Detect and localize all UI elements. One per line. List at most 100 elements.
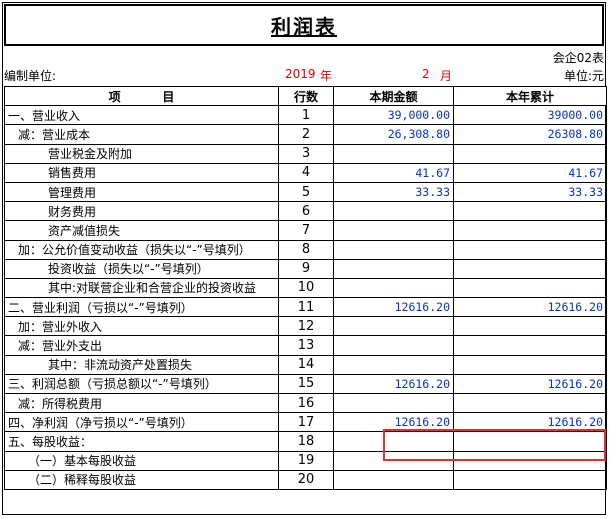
row-current-amount[interactable] (333, 143, 454, 164)
row-current-amount[interactable] (333, 392, 454, 414)
row-line-number[interactable]: 17 (278, 412, 334, 433)
row-current-amount[interactable]: 12616.20 (333, 373, 454, 395)
row-ytd-amount[interactable] (453, 450, 607, 471)
row-ytd-amount[interactable]: 33.33 (453, 181, 607, 203)
row-line-number[interactable]: 18 (278, 431, 334, 452)
row-item-label[interactable]: 财务费用 (4, 201, 279, 222)
row-line-number[interactable]: 20 (278, 469, 334, 490)
row-current-amount[interactable]: 26,308.80 (333, 124, 454, 145)
row-line-number[interactable]: 3 (278, 143, 334, 164)
row-current-amount[interactable] (333, 335, 454, 356)
table-row: 减：营业成本 2 26,308.80 26308.80 (4, 124, 607, 145)
row-line-number[interactable]: 13 (278, 335, 334, 356)
row-item-label[interactable]: 销售费用 (4, 162, 279, 183)
row-ytd-amount[interactable]: 12616.20 (453, 412, 607, 433)
row-ytd-amount[interactable] (453, 335, 607, 356)
row-current-amount[interactable]: 12616.20 (333, 297, 454, 318)
row-item-label[interactable]: 其中:对联营企业和合营企业的投资收益 (4, 277, 279, 299)
table-row: 销售费用 4 41.67 41.67 (4, 162, 607, 183)
row-current-amount[interactable] (333, 431, 454, 452)
row-line-number[interactable]: 15 (278, 373, 334, 395)
row-ytd-amount[interactable]: 12616.20 (453, 297, 607, 318)
row-item-label[interactable]: 减：所得税费用 (4, 392, 279, 414)
row-current-amount[interactable] (333, 220, 454, 241)
row-item-label[interactable]: 五、每股收益： (4, 431, 279, 452)
row-line-number[interactable]: 2 (278, 124, 334, 145)
row-ytd-amount[interactable] (453, 277, 607, 299)
table-row: 营业税金及附加 3 (4, 143, 607, 164)
row-current-amount[interactable] (333, 201, 454, 222)
row-ytd-amount[interactable] (453, 354, 607, 375)
table-row: 二、营业利润（亏损以“-”号填列） 11 12616.20 12616.20 (4, 297, 607, 318)
row-ytd-amount[interactable] (453, 316, 607, 337)
row-current-amount[interactable] (333, 354, 454, 375)
row-line-number[interactable]: 8 (278, 239, 334, 260)
row-item-label[interactable]: 一、营业收入 (4, 105, 279, 126)
table-row: 减：所得税费用 16 (4, 392, 607, 414)
row-current-amount[interactable] (333, 316, 454, 337)
org-label: 编制单位: (4, 69, 57, 83)
row-line-number[interactable]: 19 (278, 450, 334, 471)
row-item-label[interactable]: 三、利润总额（亏损总额以“-”号填列） (4, 373, 279, 395)
income-statement-table: 项 目 行数 本期金额 本年累计 一、营业收入 1 39,000.00 39000.0… (4, 85, 607, 490)
table-row: 加：营业外收入 12 (4, 316, 607, 337)
row-ytd-amount[interactable] (453, 469, 607, 490)
row-item-label[interactable]: 营业税金及附加 (4, 143, 279, 164)
row-ytd-amount[interactable]: 41.67 (453, 162, 607, 183)
row-line-number[interactable]: 12 (278, 316, 334, 337)
row-line-number[interactable]: 6 (278, 201, 334, 222)
table-row: 投资收益（损失以“-”号填列） 9 (4, 258, 607, 279)
row-ytd-amount[interactable] (453, 220, 607, 241)
row-item-label[interactable]: 四、净利润（净亏损以“-”号填列） (4, 412, 279, 433)
row-line-number[interactable]: 4 (278, 162, 334, 183)
row-current-amount[interactable] (333, 469, 454, 490)
col-header-line: 行数 (278, 85, 334, 107)
table-row: 一、营业收入 1 39,000.00 39000.00 (4, 105, 607, 126)
row-ytd-amount[interactable]: 12616.20 (453, 373, 607, 395)
row-item-label[interactable]: 资产减值损失 (4, 220, 279, 241)
row-ytd-amount[interactable] (453, 201, 607, 222)
row-ytd-amount[interactable] (453, 239, 607, 260)
table-row: 四、净利润（净亏损以“-”号填列） 17 12616.20 12616.20 (4, 412, 607, 433)
row-line-number[interactable]: 11 (278, 297, 334, 318)
row-item-label[interactable]: 其中：非流动资产处置损失 (4, 354, 279, 375)
table-row: 五、每股收益： 18 (4, 431, 607, 452)
row-current-amount[interactable] (333, 450, 454, 471)
form-code: 会企02表 (552, 51, 604, 65)
row-ytd-amount[interactable] (453, 431, 607, 452)
row-item-label[interactable]: 投资收益（损失以“-”号填列） (4, 258, 279, 279)
row-line-number[interactable]: 9 (278, 258, 334, 279)
table-row: 其中:对联营企业和合营企业的投资收益 10 (4, 277, 607, 299)
row-item-label[interactable]: 二、营业利润（亏损以“-”号填列） (4, 297, 279, 318)
row-line-number[interactable]: 1 (278, 105, 334, 126)
month-value: 2 (422, 67, 430, 81)
row-line-number[interactable]: 16 (278, 392, 334, 414)
row-ytd-amount[interactable] (453, 392, 607, 414)
title-box: 利润表 (4, 4, 604, 46)
row-line-number[interactable]: 14 (278, 354, 334, 375)
unit-label: 单位:元 (563, 69, 604, 83)
row-item-label[interactable]: 管理费用 (4, 181, 279, 203)
row-ytd-amount[interactable] (453, 258, 607, 279)
row-item-label[interactable]: 加：公允价值变动收益（损失以“-”号填列） (4, 239, 279, 260)
table-row: 资产减值损失 7 (4, 220, 607, 241)
row-current-amount[interactable] (333, 258, 454, 279)
row-current-amount[interactable]: 12616.20 (333, 412, 454, 433)
row-ytd-amount[interactable]: 39000.00 (453, 105, 607, 126)
row-current-amount[interactable]: 41.67 (333, 162, 454, 183)
year-value: 2019 (285, 67, 316, 81)
row-current-amount[interactable]: 33.33 (333, 181, 454, 203)
row-item-label[interactable]: 加：营业外收入 (4, 316, 279, 337)
row-current-amount[interactable] (333, 239, 454, 260)
row-current-amount[interactable]: 39,000.00 (333, 105, 454, 126)
row-ytd-amount[interactable]: 26308.80 (453, 124, 607, 145)
row-current-amount[interactable] (333, 277, 454, 299)
row-item-label[interactable]: 减：营业外支出 (4, 335, 279, 356)
row-item-label[interactable]: 减：营业成本 (4, 124, 279, 145)
row-item-label[interactable]: （二）稀释每股收益 (4, 469, 279, 490)
row-ytd-amount[interactable] (453, 143, 607, 164)
row-item-label[interactable]: （一）基本每股收益 (4, 450, 279, 471)
row-line-number[interactable]: 5 (278, 181, 334, 203)
row-line-number[interactable]: 10 (278, 277, 334, 299)
row-line-number[interactable]: 7 (278, 220, 334, 241)
